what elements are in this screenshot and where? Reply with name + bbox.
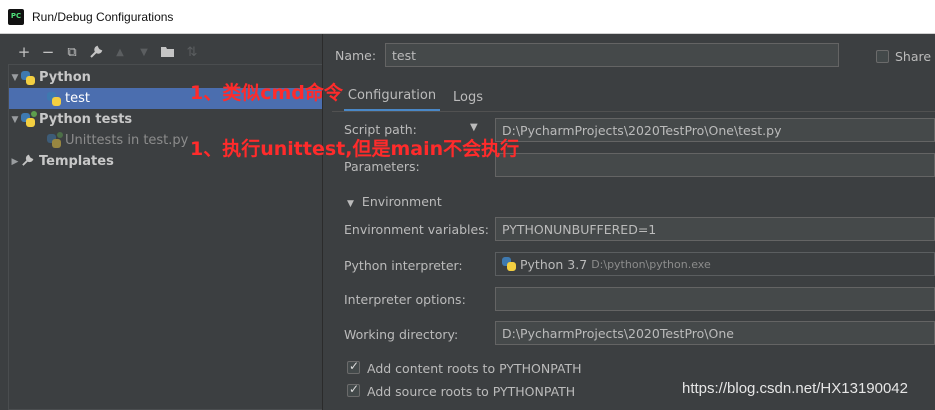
- name-label: Name:: [335, 48, 377, 63]
- tree-item-python-tests[interactable]: ▼ Python tests: [9, 109, 322, 130]
- tabs-divider: [332, 111, 935, 112]
- minus-icon[interactable]: −: [36, 40, 60, 64]
- script-type-dropdown-icon[interactable]: ▼: [470, 122, 478, 133]
- wrench-icon[interactable]: [84, 40, 108, 64]
- expand-arrow-icon[interactable]: ▼: [9, 115, 21, 125]
- title-bar: PC Run/Debug Configurations: [0, 0, 935, 34]
- env-vars-label: Environment variables:: [344, 222, 489, 237]
- python-icon: [502, 257, 516, 271]
- interpreter-name: Python 3.7: [520, 256, 588, 272]
- python-icon: [47, 91, 61, 106]
- window-title: Run/Debug Configurations: [32, 9, 174, 24]
- python-icon: [21, 70, 35, 85]
- tree-item-label: test: [65, 91, 90, 106]
- env-vars-input[interactable]: PYTHONUNBUFFERED=1: [495, 217, 935, 241]
- working-directory-input[interactable]: D:\PycharmProjects\2020TestPro\One: [495, 321, 935, 345]
- annotation-note-1: 1、类似cmd命令: [190, 82, 343, 104]
- interpreter-path: D:\python\python.exe: [591, 257, 711, 271]
- environment-section-label: Environment: [361, 194, 442, 209]
- expand-arrow-icon[interactable]: ▼: [9, 73, 21, 83]
- interpreter-options-label: Interpreter options:: [344, 292, 466, 307]
- interpreter-select[interactable]: Python 3.7 D:\python\python.exe: [495, 252, 935, 276]
- collapse-arrow-icon[interactable]: ▶: [9, 157, 21, 167]
- interpreter-label: Python interpreter:: [344, 258, 463, 273]
- wrench-icon: [21, 154, 35, 170]
- configurations-tree: ▼ Python test ▼ Python tests Unittests i…: [8, 64, 322, 410]
- python-tests-icon: [47, 131, 63, 148]
- copy-icon[interactable]: ⧉: [60, 40, 84, 64]
- add-content-roots-label: Add content roots to PYTHONPATH: [367, 361, 582, 376]
- environment-section-header[interactable]: ▼ Environment: [347, 194, 442, 209]
- folder-icon[interactable]: [156, 40, 180, 64]
- add-source-roots-checkbox[interactable]: [347, 382, 360, 397]
- watermark: https://blog.csdn.net/HX13190042: [682, 380, 908, 397]
- pycharm-app-icon: PC: [8, 8, 24, 25]
- annotation-note-2: 1、执行unittest,但是main不会执行: [190, 138, 520, 160]
- parameters-input[interactable]: [495, 153, 935, 177]
- arrow-up-icon[interactable]: ▲: [108, 40, 132, 64]
- arrow-down-icon[interactable]: ▼: [132, 40, 156, 64]
- interpreter-options-input[interactable]: [495, 287, 935, 311]
- working-directory-label: Working directory:: [344, 327, 459, 342]
- parameters-label: Parameters:: [344, 159, 420, 174]
- chevron-down-icon: ▼: [347, 199, 354, 209]
- share-label: Share: [895, 49, 932, 64]
- python-tests-icon: [21, 110, 37, 127]
- script-path-input[interactable]: D:\PycharmProjects\2020TestPro\One\test.…: [495, 118, 935, 142]
- tree-item-label: Unittests in test.py: [65, 133, 189, 148]
- tree-item-label: Python tests: [39, 112, 133, 127]
- add-content-roots-checkbox[interactable]: [347, 359, 360, 374]
- sort-icon[interactable]: ⇅: [180, 40, 204, 64]
- tree-item-label: Python: [39, 70, 91, 85]
- tree-item-label: Templates: [39, 154, 114, 169]
- share-checkbox[interactable]: [876, 50, 889, 63]
- configuration-form: Name: test Share Configuration Logs Scri…: [324, 34, 935, 410]
- name-input[interactable]: test: [385, 43, 839, 67]
- add-source-roots-label: Add source roots to PYTHONPATH: [367, 384, 576, 399]
- tab-logs[interactable]: Logs: [453, 82, 483, 112]
- plus-icon[interactable]: +: [12, 40, 36, 64]
- tab-configuration[interactable]: Configuration: [344, 82, 440, 112]
